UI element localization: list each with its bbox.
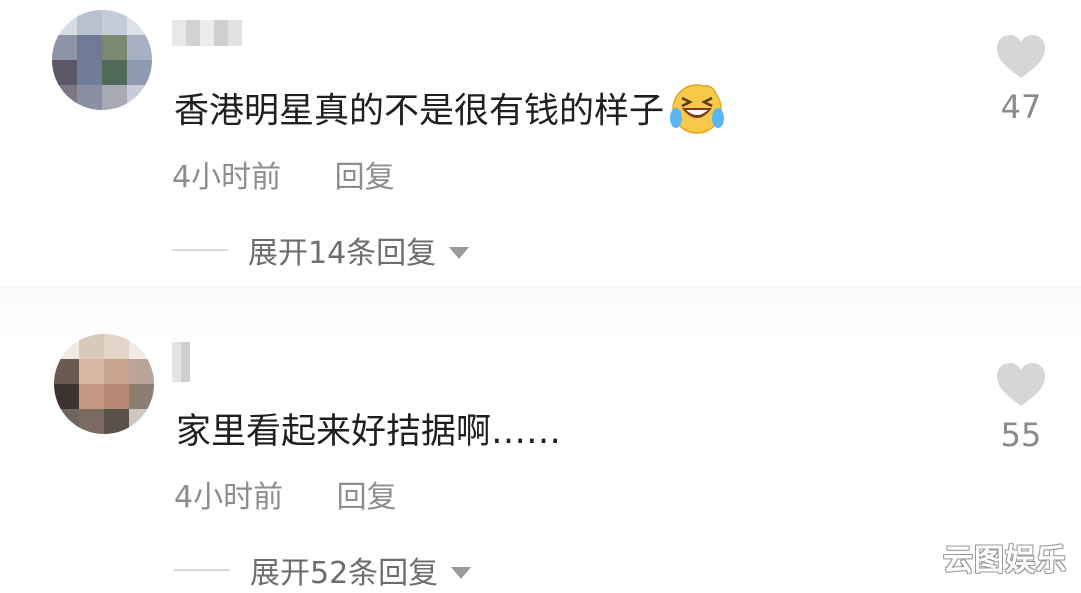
like-button[interactable]: 55	[986, 362, 1056, 454]
comment-text: 香港明星真的不是很有钱的样子	[174, 78, 726, 147]
comment-text-content: 家里看起来好拮据啊……	[176, 412, 562, 452]
pixelated-avatar	[54, 334, 154, 434]
watermark: 云图娱乐	[943, 543, 1067, 578]
expand-replies-button[interactable]: 展开14条回复	[172, 228, 470, 272]
comment-time: 4小时前	[172, 160, 282, 195]
pixelated-avatar	[52, 10, 152, 110]
expand-replies-label: 展开14条回复	[248, 236, 437, 271]
comment-meta: 4小时前 回复	[172, 152, 395, 196]
comment-text-content: 香港明星真的不是很有钱的样子	[174, 91, 665, 132]
comment-time: 4小时前	[174, 480, 284, 515]
avatar[interactable]	[54, 334, 154, 434]
reply-button[interactable]: 回复	[337, 480, 397, 515]
chevron-down-icon	[448, 233, 470, 268]
comment-text: 家里看起来好拮据啊……	[176, 410, 561, 454]
expand-replies-button[interactable]: 展开52条回复	[174, 548, 472, 592]
comment-item: 家里看起来好拮据啊…… 4小时前 回复 展开52条回复 55	[0, 300, 1081, 593]
expand-divider	[174, 569, 230, 571]
username-blurred[interactable]	[172, 20, 242, 46]
heart-icon	[997, 35, 1045, 78]
like-count: 55	[1000, 416, 1042, 454]
avatar[interactable]	[52, 10, 152, 110]
like-count: 47	[1000, 88, 1042, 126]
laughing-tears-emoji	[668, 78, 726, 147]
expand-replies-label: 展开52条回复	[250, 556, 439, 591]
comment-meta: 4小时前 回复	[174, 472, 397, 516]
reply-button[interactable]: 回复	[335, 160, 395, 195]
chevron-down-icon	[450, 553, 472, 588]
heart-icon	[997, 363, 1045, 406]
expand-divider	[172, 249, 228, 251]
comment-item: 香港明星真的不是很有钱的样子 4小时前 回复 展开14条回复 47	[0, 0, 1081, 300]
like-button[interactable]: 47	[986, 34, 1056, 126]
username-blurred[interactable]	[172, 342, 190, 382]
